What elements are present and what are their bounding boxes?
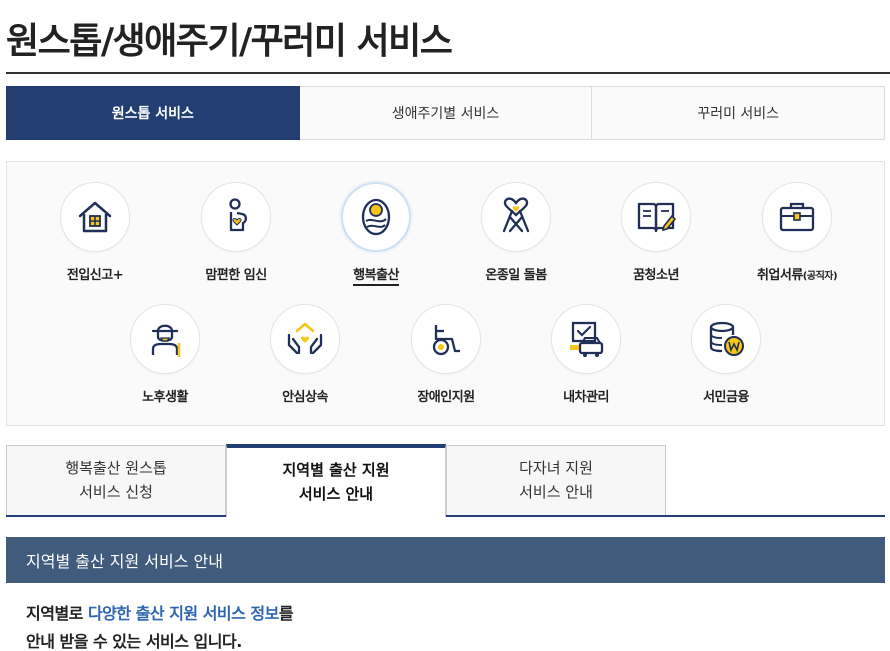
heart-ribbon-icon <box>502 197 530 233</box>
title-divider <box>6 72 890 74</box>
house-icon <box>78 201 112 233</box>
tab-lifecycle-service[interactable]: 생애주기별 서비스 <box>299 86 593 140</box>
subtab-birth-onestop-apply[interactable]: 행복출산 원스톱 서비스 신청 <box>6 445 226 515</box>
elderly-man-icon <box>151 324 181 357</box>
main-tab-bar: 원스톱 서비스 생애주기별 서비스 꾸러미 서비스 <box>6 86 886 140</box>
service-move-in-report[interactable]: 전입신고+ <box>25 182 165 283</box>
service-employment-docs[interactable]: 취업서류(공직자) <box>727 182 867 283</box>
info-description: 지역별로 다양한 출산 지원 서비스 정보를 안내 받을 수 있는 서비스 입니… <box>26 604 294 651</box>
wheelchair-icon <box>432 325 460 356</box>
tab-onestop-service[interactable]: 원스톱 서비스 <box>6 86 300 140</box>
service-retirement-life[interactable]: 노후생활 <box>95 304 235 405</box>
service-allday-care[interactable]: 온종일 돌봄 <box>446 182 586 283</box>
briefcase-icon <box>779 202 815 232</box>
info-section-header: 지역별 출산 지원 서비스 안내 <box>6 537 885 583</box>
service-happy-birth[interactable]: 행복출산 <box>306 182 446 286</box>
newborn-baby-icon <box>361 198 391 236</box>
sub-tab-bar: 행복출산 원스톱 서비스 신청 지역별 출산 지원 서비스 안내 다자녀 지원 … <box>6 444 885 517</box>
service-icon-grid: 전입신고+ 맘편한 임신 행복출산 온종일 돌봄 꿈청소년 취업서류(공직자) … <box>6 161 885 426</box>
service-youth[interactable]: 꿈청소년 <box>586 182 726 283</box>
service-car-management[interactable]: 내차관리 <box>516 304 656 405</box>
service-pregnancy[interactable]: 맘편한 임신 <box>166 182 306 283</box>
pregnant-woman-icon <box>229 198 248 232</box>
service-low-income-finance[interactable]: 서민금융 <box>656 304 796 405</box>
subtab-multichild-support[interactable]: 다자녀 지원 서비스 안내 <box>446 445 666 515</box>
open-book-icon <box>637 202 677 233</box>
service-disability-support[interactable]: 장애인지원 <box>376 304 516 405</box>
car-document-icon <box>570 321 604 357</box>
page-title: 원스톱/생애주기/꾸러미 서비스 <box>6 21 453 62</box>
tab-package-service[interactable]: 꾸러미 서비스 <box>592 86 886 140</box>
coins-icon <box>709 321 744 356</box>
highlight-text: 다양한 출산 지원 서비스 정보 <box>87 604 279 623</box>
service-safe-inheritance[interactable]: 안심상속 <box>235 304 375 405</box>
hands-house-icon <box>287 322 323 355</box>
subtab-regional-birth-support[interactable]: 지역별 출산 지원 서비스 안내 <box>226 444 446 517</box>
